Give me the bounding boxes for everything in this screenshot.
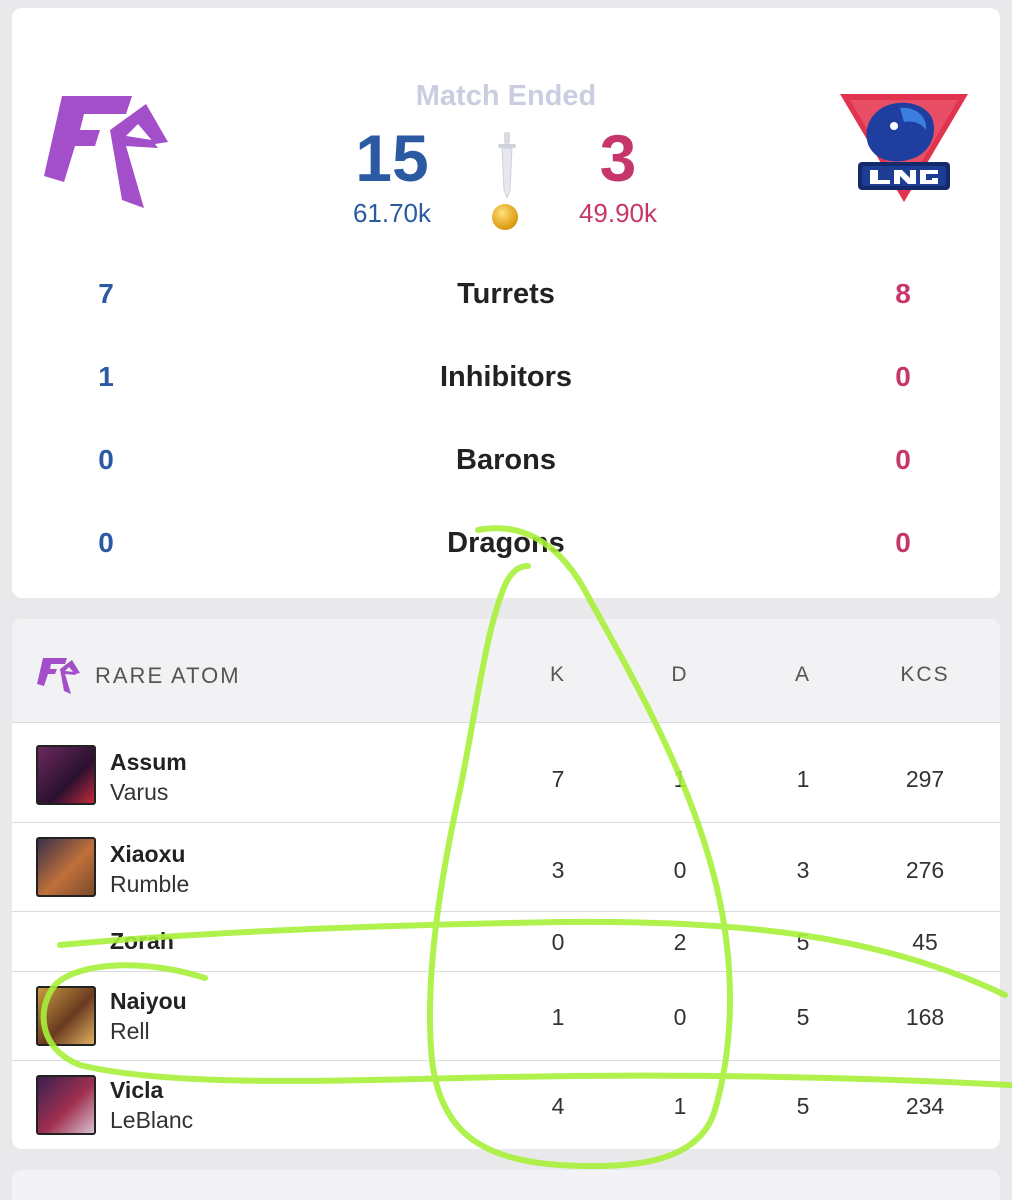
- column-header-kcs[interactable]: KCS: [885, 663, 965, 687]
- stat-kills: 1: [551, 1004, 565, 1030]
- stat-kcs: 297: [905, 766, 945, 792]
- stat-kcs: 168: [905, 1004, 945, 1030]
- right-team-inhibitors: 0: [895, 361, 911, 392]
- stat-kills: 0: [551, 929, 565, 955]
- stat-deaths: 1: [673, 1093, 687, 1119]
- table-row[interactable]: Vicla LeBlanc 4 1 5 234: [12, 1061, 1000, 1149]
- next-card: [12, 1170, 1000, 1200]
- column-header-assists[interactable]: A: [763, 663, 843, 687]
- right-team-gold: 49.90k: [578, 198, 658, 228]
- stat-deaths: 1: [673, 766, 687, 792]
- stat-kills: 3: [551, 857, 565, 883]
- right-team-kills: 3: [599, 121, 637, 195]
- rare-atom-logo-icon: [37, 658, 80, 694]
- right-team-turrets: 8: [895, 278, 911, 309]
- stat-kcs: 276: [905, 857, 945, 883]
- table-row[interactable]: Naiyou Rell 1 0 5 168: [12, 972, 1000, 1061]
- column-header-deaths[interactable]: D: [640, 663, 720, 687]
- objective-label: Dragons: [447, 527, 565, 559]
- champion-name: LeBlanc: [110, 1107, 194, 1133]
- stat-assists: 3: [796, 857, 810, 883]
- objective-label: Turrets: [457, 278, 555, 310]
- lng-esports-logo-icon: [840, 94, 968, 202]
- player-name: Assum: [110, 749, 187, 775]
- player-name: Naiyou: [110, 988, 187, 1014]
- table-row[interactable]: Assum Varus 7 1 1 297: [12, 723, 1000, 823]
- stat-kcs: 45: [912, 929, 938, 955]
- objective-label: Barons: [456, 444, 556, 476]
- objective-row-dragons: 0 Dragons 0: [12, 527, 1000, 567]
- stat-assists: 5: [796, 1004, 810, 1030]
- column-header-kills[interactable]: K: [518, 663, 598, 687]
- champion-portrait-rell: [36, 986, 96, 1046]
- objective-row-barons: 0 Barons 0: [12, 444, 1000, 484]
- left-team-kills: 15: [355, 121, 429, 195]
- stat-assists: 5: [796, 929, 810, 955]
- player-name: Zorah: [110, 928, 174, 954]
- right-team-barons: 0: [895, 444, 911, 475]
- stat-deaths: 2: [673, 929, 687, 955]
- champion-portrait-varus: [36, 745, 96, 805]
- right-team-dragons: 0: [895, 527, 911, 558]
- champion-portrait-leblanc: [36, 1075, 96, 1135]
- stat-kcs: 234: [905, 1093, 945, 1119]
- sword-icon: [498, 132, 516, 198]
- champion-name: Varus: [110, 779, 169, 805]
- gold-coin-icon: [492, 204, 518, 230]
- team-stats-table: RARE ATOM K D A KCS Assum Varus 7 1 1 29…: [12, 619, 1000, 1149]
- objective-row-turrets: 7 Turrets 8: [12, 278, 1000, 318]
- stat-assists: 1: [796, 766, 810, 792]
- table-header: RARE ATOM K D A KCS: [12, 619, 1000, 723]
- objective-row-inhibitors: 1 Inhibitors 0: [12, 361, 1000, 401]
- champion-name: Rell: [110, 1018, 150, 1044]
- champion-portrait-rumble: [36, 837, 96, 897]
- champion-name: Rumble: [110, 871, 190, 897]
- stat-assists: 5: [796, 1093, 810, 1119]
- stat-kills: 7: [551, 766, 565, 792]
- match-summary-card: Match Ended 15 3 61.70k 49.90k 7 Turrets…: [12, 8, 1000, 598]
- stat-deaths: 0: [673, 1004, 687, 1030]
- left-team-gold: 61.70k: [352, 198, 432, 228]
- table-row[interactable]: Zorah 0 2 5 45: [12, 912, 1000, 972]
- table-row[interactable]: Xiaoxu Rumble 3 0 3 276: [12, 823, 1000, 912]
- team-name: RARE ATOM: [95, 663, 241, 688]
- objective-label: Inhibitors: [439, 361, 573, 393]
- player-name: Xiaoxu: [110, 841, 186, 867]
- stat-kills: 4: [551, 1093, 565, 1119]
- stat-deaths: 0: [673, 857, 687, 883]
- player-name: Vicla: [110, 1077, 164, 1103]
